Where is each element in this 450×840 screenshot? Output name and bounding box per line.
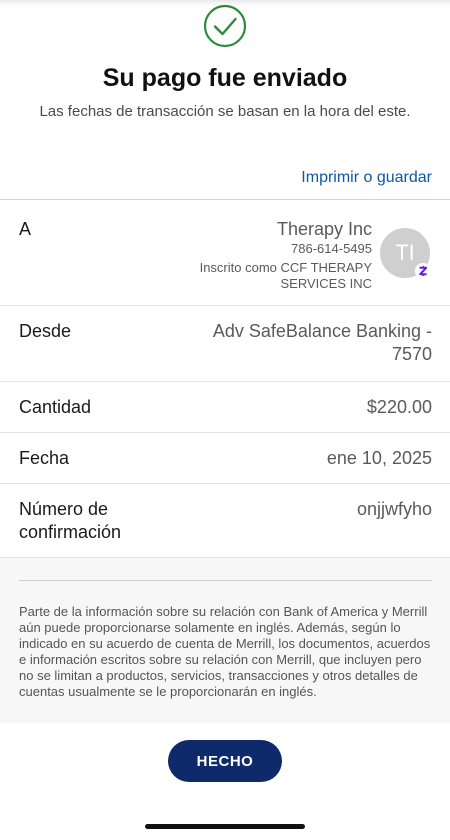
amount-label: Cantidad (19, 397, 92, 417)
date-label: Fecha (19, 448, 70, 468)
page-subtitle: Las fechas de transacción se basan en la… (39, 103, 411, 120)
disclaimer-divider (19, 580, 432, 581)
section-divider (0, 199, 450, 200)
from-label: Desde (19, 321, 72, 341)
row-divider (0, 305, 450, 306)
zelle-icon (415, 263, 431, 279)
from-account-value: Adv SafeBalance Banking - 7570 (212, 321, 432, 364)
amount-value: $220.00 (366, 397, 432, 417)
row-divider (0, 483, 450, 484)
page-title: Su pago fue enviado (102, 64, 348, 92)
home-indicator (145, 824, 305, 829)
confirmation-label: Número de confirmación (19, 499, 122, 542)
row-divider (0, 432, 450, 433)
payee-phone: 786-614-5495 (291, 241, 372, 256)
done-button[interactable]: HECHO (168, 740, 282, 782)
confirmation-value: onjjwfyho (356, 499, 432, 519)
row-divider (0, 381, 450, 382)
to-label: A (19, 219, 32, 239)
payee-enrolled-as: Inscrito como CCF THERAPY SERVICES INC (199, 260, 372, 291)
payee-name: Therapy Inc (276, 219, 372, 239)
check-circle-icon (203, 4, 247, 48)
disclaimer-text: Parte de la información sobre su relació… (19, 604, 431, 699)
print-or-save-link[interactable]: Imprimir o guardar (301, 169, 432, 187)
date-value: ene 10, 2025 (326, 448, 432, 468)
